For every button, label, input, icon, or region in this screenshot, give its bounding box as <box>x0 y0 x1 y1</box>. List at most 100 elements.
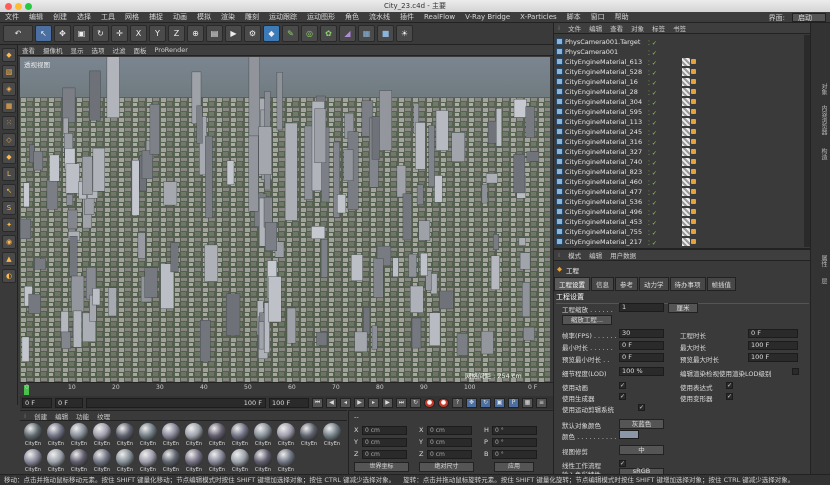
material-swatch[interactable]: CityEn <box>137 423 159 448</box>
tab-project-settings[interactable]: 工程设置 <box>554 277 590 291</box>
use-generators-checkbox[interactable]: ✓ <box>619 393 626 400</box>
next-key-icon[interactable]: ▶ <box>382 397 393 408</box>
texture-tag-icon[interactable] <box>682 98 690 106</box>
object-row[interactable]: CityEngineMaterial_755 ⁚ ✓ <box>556 227 809 237</box>
object-row[interactable]: PhysCamera001.Target ⁚ ✓ <box>556 37 809 47</box>
size-z-field[interactable]: 0 cm <box>427 450 472 459</box>
position-y-field[interactable]: 0 cm <box>362 438 407 447</box>
visibility-toggle-icon[interactable]: ⁚ ✓ <box>648 198 664 207</box>
texture-tag-icon[interactable] <box>682 188 690 196</box>
material-swatch[interactable]: CityEn <box>229 449 251 474</box>
previous-key-icon[interactable]: ◀ <box>326 397 337 408</box>
attribute-menu-item[interactable]: 用户数据 <box>606 250 640 260</box>
project-scale-field[interactable]: 1 <box>619 303 664 312</box>
menu-item[interactable]: 运动图形 <box>302 12 340 22</box>
material-swatch[interactable]: CityEn <box>275 423 297 448</box>
use-animation-checkbox[interactable]: ✓ <box>619 382 626 389</box>
material-swatch[interactable]: CityEn <box>22 423 44 448</box>
object-row[interactable]: CityEngineMaterial_460 ⁚ ✓ <box>556 177 809 187</box>
recent-tool-icon[interactable]: ✛ <box>111 25 128 42</box>
visibility-toggle-icon[interactable]: ⁚ ✓ <box>648 168 664 177</box>
tweak-mode-icon[interactable]: ↖ <box>2 184 16 198</box>
texture-tag-icon[interactable] <box>682 148 690 156</box>
perspective-viewport[interactable] <box>20 57 550 382</box>
tab-interpolation[interactable]: 帧插值 <box>706 277 736 291</box>
material-swatch[interactable]: CityEn <box>183 449 205 474</box>
visibility-toggle-icon[interactable]: ⁚ ✓ <box>648 178 664 187</box>
material-tag-icon[interactable] <box>691 199 696 204</box>
visibility-toggle-icon[interactable]: ⁚ ✓ <box>648 68 664 77</box>
material-swatch[interactable]: CityEn <box>252 449 274 474</box>
texture-tag-icon[interactable] <box>682 68 690 76</box>
timeline-ruler[interactable]: 0 10 20 30 40 50 60 70 80 90 100 0 F <box>20 382 553 396</box>
material-tag-icon[interactable] <box>691 119 696 124</box>
size-x-field[interactable]: 0 cm <box>427 426 472 435</box>
texture-mode-icon[interactable]: ◈ <box>2 82 16 96</box>
record-icon[interactable]: ● <box>424 397 435 408</box>
camera-icon[interactable]: ■ <box>377 25 394 42</box>
visibility-toggle-icon[interactable]: ⁚ ✓ <box>648 118 664 127</box>
preview-max-field[interactable]: 100 F <box>748 353 798 362</box>
menu-item[interactable]: V-Ray Bridge <box>460 13 515 21</box>
object-menu-item[interactable]: 查看 <box>606 23 627 33</box>
texture-tag-icon[interactable] <box>682 168 690 176</box>
material-tag-icon[interactable] <box>691 189 696 194</box>
material-tag-icon[interactable] <box>691 179 696 184</box>
material-tag-icon[interactable] <box>691 59 696 64</box>
tab-dynamics[interactable]: 动力学 <box>639 277 669 291</box>
menu-item[interactable]: 文件 <box>0 12 24 22</box>
texture-tag-icon[interactable] <box>682 228 690 236</box>
viewport-menu-item[interactable]: 面板 <box>130 45 151 55</box>
menu-item[interactable]: X-Particles <box>515 13 561 21</box>
lod-field[interactable]: 100 % <box>619 367 664 376</box>
object-row[interactable]: CityEngineMaterial_613 ⁚ ✓ <box>556 57 809 67</box>
viewport-menu-item[interactable]: ProRender <box>151 46 192 54</box>
material-tag-icon[interactable] <box>691 239 696 244</box>
texture-tag-icon[interactable] <box>682 88 690 96</box>
material-swatch[interactable]: CityEn <box>160 449 182 474</box>
snap-icon[interactable]: S <box>2 201 16 215</box>
material-tag-icon[interactable] <box>691 139 696 144</box>
material-tag-icon[interactable] <box>691 169 696 174</box>
menu-item[interactable]: 插件 <box>395 12 419 22</box>
texture-tag-icon[interactable] <box>682 108 690 116</box>
autokey-icon[interactable]: ● <box>438 397 449 408</box>
material-swatch[interactable]: CityEn <box>91 423 113 448</box>
start-frame-field[interactable]: 0 F <box>55 397 83 408</box>
visibility-toggle-icon[interactable]: ⁚ ✓ <box>648 188 664 197</box>
menu-item[interactable]: 雕刻 <box>240 12 264 22</box>
attribute-menu-item[interactable]: 模式 <box>564 250 585 260</box>
material-swatch[interactable]: CityEn <box>114 423 136 448</box>
material-swatch[interactable]: CityEn <box>321 423 343 448</box>
linear-workflow-checkbox[interactable]: ✓ <box>619 460 626 467</box>
subdivision-icon[interactable]: ◎ <box>301 25 318 42</box>
layout-select[interactable]: 启动 <box>792 13 826 22</box>
object-row[interactable]: CityEngineMaterial_453 ⁚ ✓ <box>556 217 809 227</box>
array-icon[interactable]: ✿ <box>320 25 337 42</box>
object-row[interactable]: CityEngineMaterial_740 ⁚ ✓ <box>556 157 809 167</box>
minimize-button[interactable] <box>15 3 22 10</box>
use-deformers-checkbox[interactable]: ✓ <box>726 393 733 400</box>
visibility-toggle-icon[interactable]: ⁚ ✓ <box>648 138 664 147</box>
previous-frame-icon[interactable]: ◂ <box>340 397 351 408</box>
light-icon[interactable]: ☀ <box>396 25 413 42</box>
material-swatch[interactable]: CityEn <box>114 449 136 474</box>
object-row[interactable]: CityEngineMaterial_477 ⁚ ✓ <box>556 187 809 197</box>
visibility-toggle-icon[interactable]: ⁚ ✓ <box>648 208 664 217</box>
render-settings-icon[interactable]: ⚙ <box>244 25 261 42</box>
object-row[interactable]: CityEngineMaterial_16 ⁚ ✓ <box>556 77 809 87</box>
go-to-end-icon[interactable]: ⏭ <box>396 397 407 408</box>
menu-item[interactable]: 网格 <box>120 12 144 22</box>
material-menu-item[interactable]: 功能 <box>72 411 93 421</box>
object-menu-item[interactable]: 书签 <box>669 23 690 33</box>
material-swatch[interactable]: CityEn <box>68 449 90 474</box>
rotate-icon[interactable]: ↻ <box>92 25 109 42</box>
material-menu-item[interactable]: 纹理 <box>93 411 114 421</box>
material-swatch[interactable]: CityEn <box>91 449 113 474</box>
viewport-menu-item[interactable]: 显示 <box>67 45 88 55</box>
rotation-h-field[interactable]: 0 ° <box>492 426 537 435</box>
object-menu-item[interactable]: 编辑 <box>585 23 606 33</box>
size-mode-select[interactable]: 绝对尺寸 <box>419 462 474 472</box>
object-row[interactable]: CityEngineMaterial_536 ⁚ ✓ <box>556 197 809 207</box>
key-param-icon[interactable]: P <box>508 397 519 408</box>
